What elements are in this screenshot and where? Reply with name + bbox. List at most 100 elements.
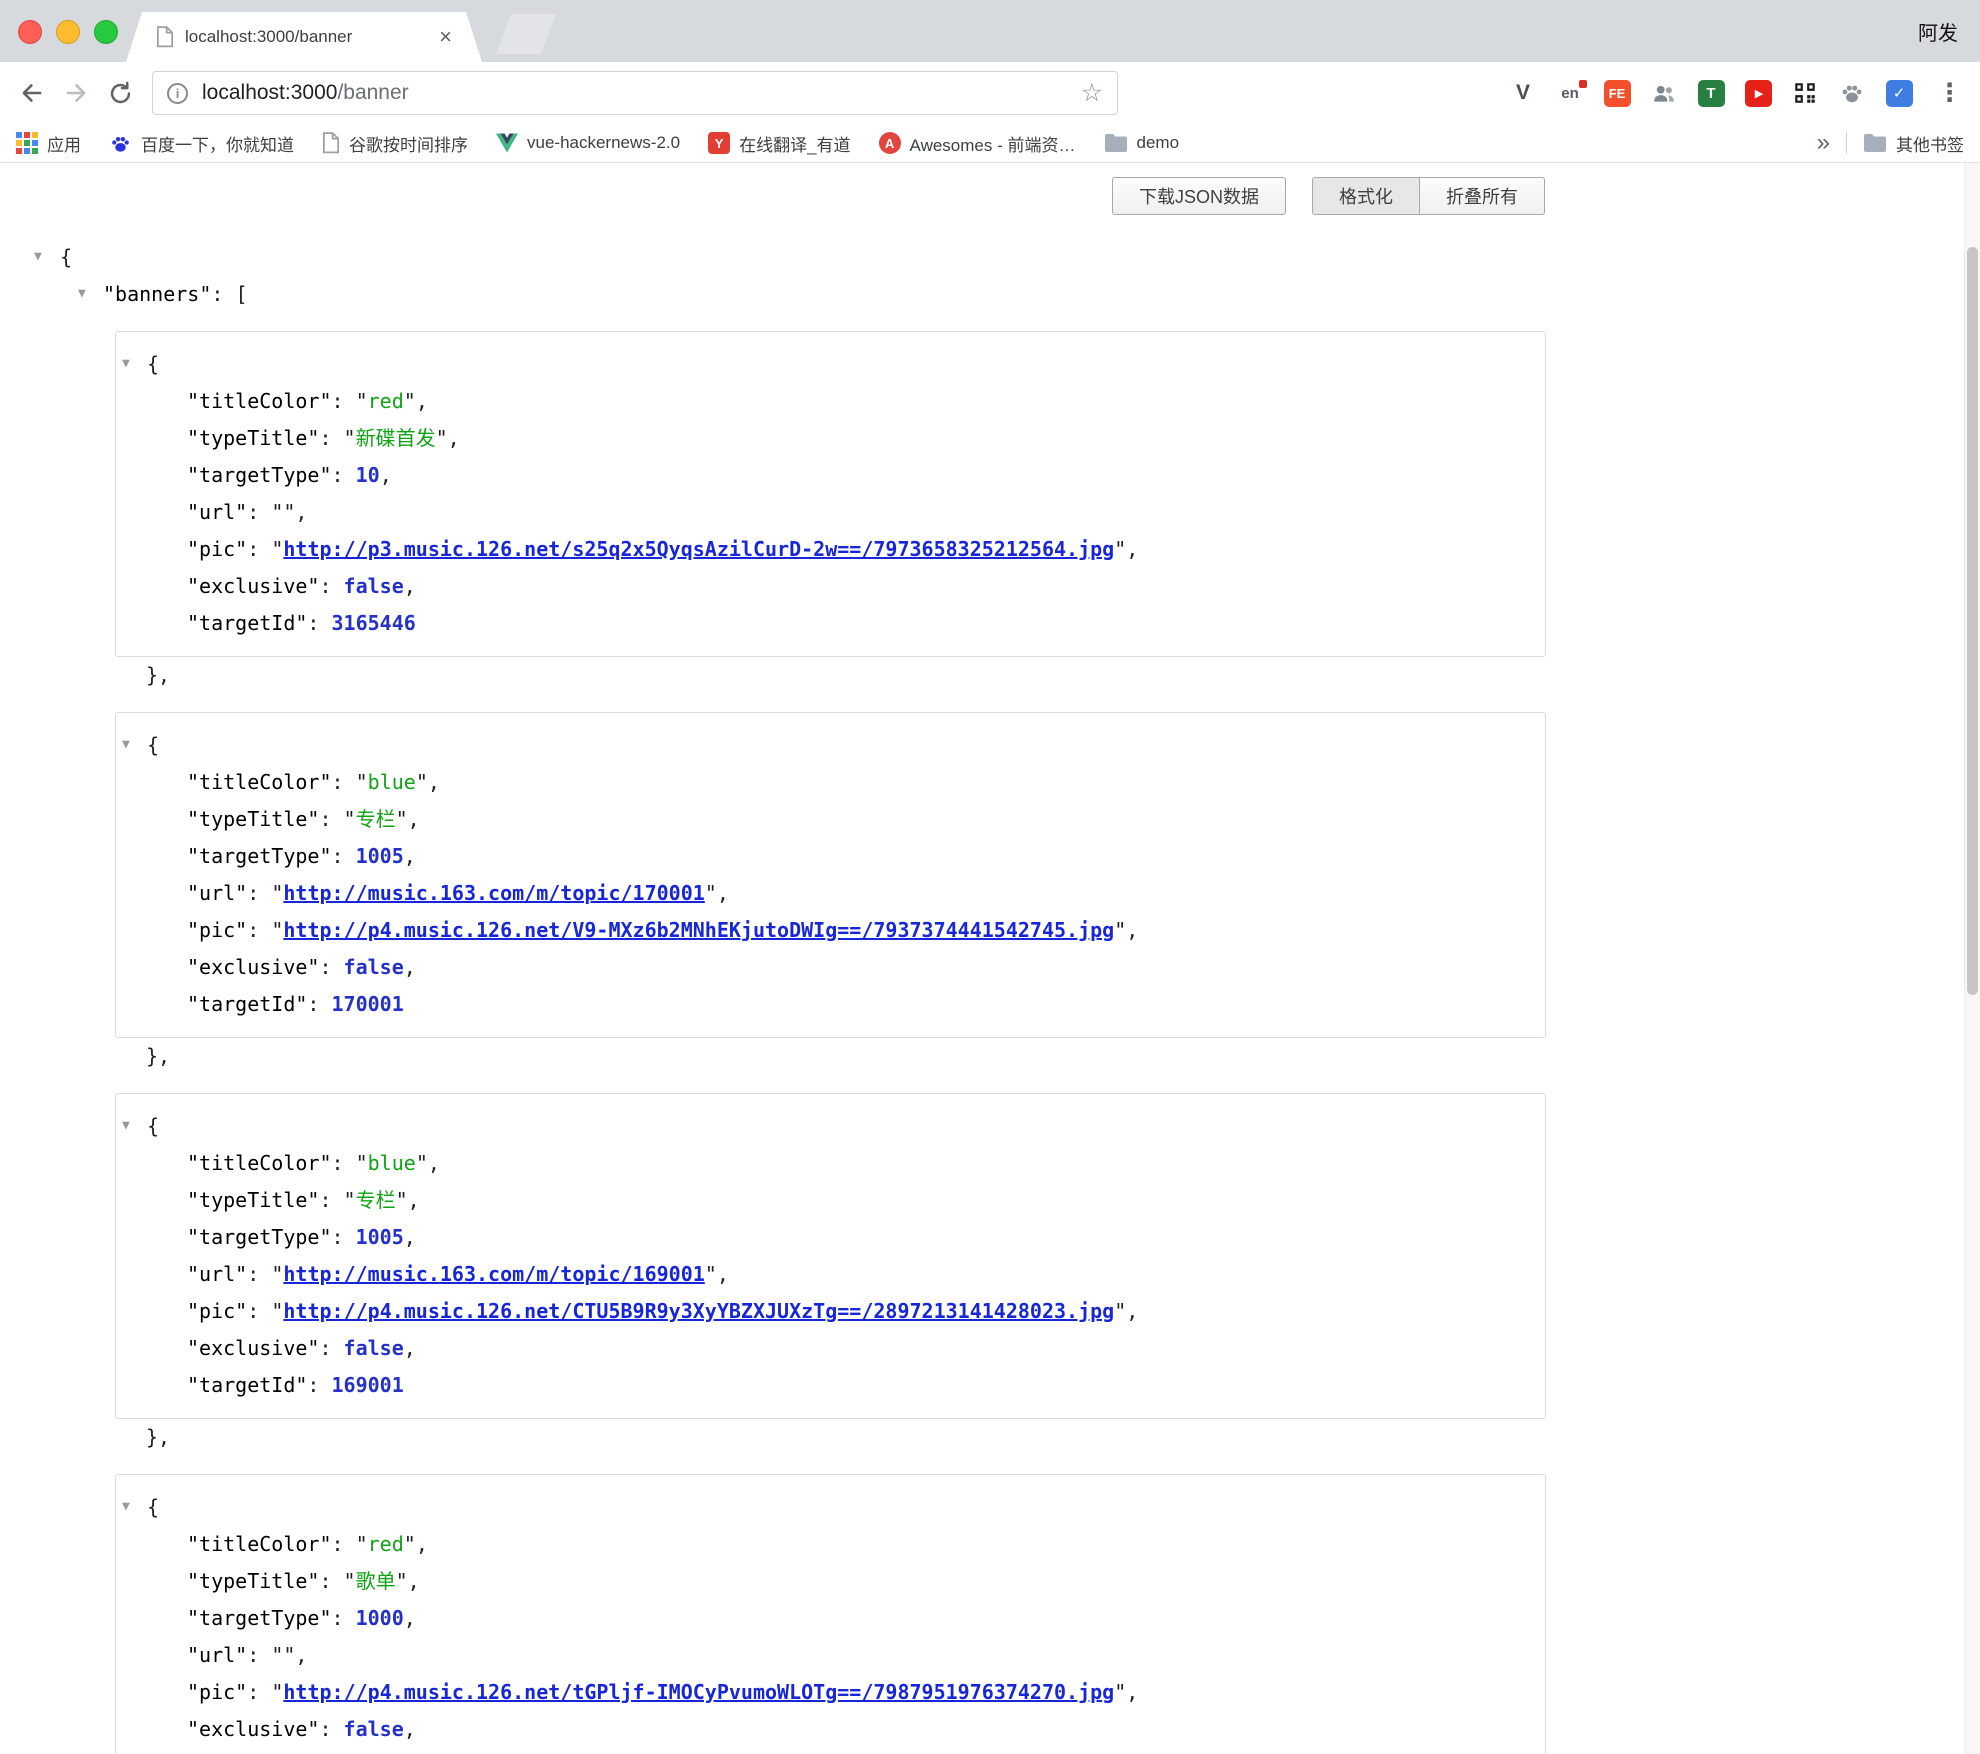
format-collapse-button-group: 格式化 折叠所有 bbox=[1312, 177, 1545, 215]
close-window-button[interactable] bbox=[18, 20, 42, 44]
json-link-value[interactable]: http://p4.music.126.net/CTU5B9R9y3XyYBZX… bbox=[283, 1299, 1114, 1323]
json-property-line: "titleColor": "red", bbox=[116, 1526, 1545, 1563]
forward-button[interactable] bbox=[54, 71, 98, 115]
bookmark-star-icon[interactable]: ☆ bbox=[1081, 78, 1103, 108]
json-comma: , bbox=[1126, 1680, 1138, 1704]
window-controls bbox=[18, 20, 118, 44]
collapse-toggle-icon[interactable]: ▼ bbox=[122, 1500, 130, 1513]
json-link-value[interactable]: http://music.163.com/m/topic/169001 bbox=[283, 1262, 704, 1286]
json-colon: : bbox=[332, 389, 356, 413]
bookmark-apps[interactable]: 应用 bbox=[16, 131, 81, 156]
bookmarks-overflow-icon[interactable]: » bbox=[1817, 129, 1830, 157]
scrollbar-thumb[interactable] bbox=[1967, 247, 1978, 995]
json-brace: }, bbox=[146, 663, 170, 687]
json-quote: " bbox=[1114, 1299, 1126, 1323]
bookmark-google-sort[interactable]: 谷歌按时间排序 bbox=[322, 131, 468, 156]
shield-check-icon[interactable]: ✓ bbox=[1884, 78, 1914, 108]
json-quote: " bbox=[271, 500, 283, 524]
json-brace: }, bbox=[146, 1425, 170, 1449]
json-link-value[interactable]: http://p4.music.126.net/V9-MXz6b2MNhEKju… bbox=[283, 918, 1114, 942]
json-link-value[interactable]: http://music.163.com/m/topic/170001 bbox=[283, 881, 704, 905]
bookmark-youdao[interactable]: Y 在线翻译_有道 bbox=[708, 131, 850, 156]
json-key: "url" bbox=[187, 500, 247, 524]
zoom-window-button[interactable] bbox=[94, 20, 118, 44]
json-key: "pic" bbox=[187, 1680, 247, 1704]
json-object-close: }, bbox=[0, 1419, 1980, 1456]
youtube-icon[interactable]: ▶ bbox=[1743, 78, 1773, 108]
bookmark-awesomes[interactable]: A Awesomes - 前端资… bbox=[879, 131, 1076, 156]
fehelper-icon[interactable]: FE bbox=[1602, 78, 1632, 108]
json-comma: , bbox=[448, 426, 460, 450]
json-key: "targetType" bbox=[187, 1225, 332, 1249]
json-quote: " bbox=[344, 1569, 356, 1593]
qrcode-icon[interactable] bbox=[1790, 78, 1820, 108]
reload-button[interactable] bbox=[98, 71, 142, 115]
json-quote: " bbox=[404, 389, 416, 413]
json-colon: : bbox=[319, 1188, 343, 1212]
json-object-box: ▼{"titleColor": "red","typeTitle": "新碟首发… bbox=[115, 331, 1546, 657]
json-object-close: }, bbox=[0, 657, 1980, 694]
scrollbar-track[interactable] bbox=[1964, 163, 1980, 1754]
json-property-line: "targetId": 3165446 bbox=[116, 605, 1545, 642]
json-quote: " bbox=[356, 770, 368, 794]
json-comma: , bbox=[408, 807, 420, 831]
json-quote: " bbox=[436, 426, 448, 450]
collapse-toggle-icon[interactable]: ▼ bbox=[78, 287, 86, 300]
browser-menu-icon[interactable]: ⋮ bbox=[1937, 78, 1962, 108]
json-quote: " bbox=[271, 918, 283, 942]
json-comma: , bbox=[404, 844, 416, 868]
json-quote: " bbox=[344, 807, 356, 831]
json-key: "targetType" bbox=[187, 1606, 332, 1630]
page-info-icon[interactable]: i bbox=[167, 83, 188, 104]
json-colon: : bbox=[332, 463, 356, 487]
json-key: "targetId" bbox=[187, 1373, 307, 1397]
new-tab-button[interactable] bbox=[496, 14, 556, 54]
bookmark-baidu[interactable]: 百度一下，你就知道 bbox=[109, 131, 294, 156]
collapse-toggle-icon[interactable]: ▼ bbox=[122, 738, 130, 751]
collapse-toggle-icon[interactable]: ▼ bbox=[122, 357, 130, 370]
active-tab[interactable]: localhost:3000/banner × bbox=[126, 12, 482, 62]
address-bar[interactable]: i localhost:3000/banner ☆ bbox=[152, 71, 1118, 115]
people-icon[interactable] bbox=[1649, 78, 1679, 108]
collapse-toggle-icon[interactable]: ▼ bbox=[122, 1119, 130, 1132]
bookmark-demo-folder[interactable]: demo bbox=[1104, 133, 1180, 153]
bookmark-vue-hackernews[interactable]: vue-hackernews-2.0 bbox=[496, 133, 680, 153]
json-key: "titleColor" bbox=[187, 770, 332, 794]
json-comma: , bbox=[428, 1151, 440, 1175]
bookmark-label: 谷歌按时间排序 bbox=[349, 131, 468, 156]
download-json-button[interactable]: 下载JSON数据 bbox=[1112, 177, 1286, 215]
url-origin: localhost:3000 bbox=[202, 81, 337, 104]
minimize-window-button[interactable] bbox=[56, 20, 80, 44]
json-quote: " bbox=[356, 1151, 368, 1175]
json-comma: , bbox=[404, 1225, 416, 1249]
tab-close-icon[interactable]: × bbox=[439, 24, 452, 50]
json-comma: , bbox=[416, 389, 428, 413]
json-link-value[interactable]: http://p4.music.126.net/tGPljf-IMOCyPvum… bbox=[283, 1680, 1114, 1704]
json-comma: , bbox=[416, 1532, 428, 1556]
json-array-open: ▼"banners": [ bbox=[0, 276, 1980, 313]
json-quote: " bbox=[283, 1643, 295, 1667]
json-colon: : bbox=[319, 426, 343, 450]
bookmark-label: 应用 bbox=[47, 131, 81, 156]
json-property-line: "exclusive": false, bbox=[116, 949, 1545, 986]
collapse-all-button[interactable]: 折叠所有 bbox=[1419, 177, 1545, 215]
json-link-value[interactable]: http://p3.music.126.net/s25q2x5QyqsAzilC… bbox=[283, 537, 1114, 561]
paw-icon[interactable] bbox=[1837, 78, 1867, 108]
json-colon: : bbox=[319, 1717, 343, 1741]
json-property-line: "titleColor": "blue", bbox=[116, 1145, 1545, 1182]
json-boolean-value: false bbox=[344, 574, 404, 598]
json-string-value: red bbox=[368, 389, 404, 413]
translate-icon[interactable]: en bbox=[1555, 78, 1585, 108]
json-quote: " bbox=[1114, 918, 1126, 942]
json-property-line: "targetType": 1005, bbox=[116, 1219, 1545, 1256]
json-number-value: 1005 bbox=[356, 844, 404, 868]
tampermonkey-icon[interactable]: T bbox=[1696, 78, 1726, 108]
vimium-icon[interactable]: V bbox=[1508, 78, 1538, 108]
profile-name[interactable]: 阿发 bbox=[1918, 17, 1958, 46]
back-button[interactable] bbox=[10, 71, 54, 115]
json-key: "url" bbox=[187, 1643, 247, 1667]
other-bookmarks-folder[interactable]: 其他书签 bbox=[1863, 131, 1964, 156]
collapse-toggle-icon[interactable]: ▼ bbox=[34, 250, 42, 263]
json-property-line: "exclusive": false, bbox=[116, 1711, 1545, 1748]
format-button[interactable]: 格式化 bbox=[1312, 177, 1420, 215]
